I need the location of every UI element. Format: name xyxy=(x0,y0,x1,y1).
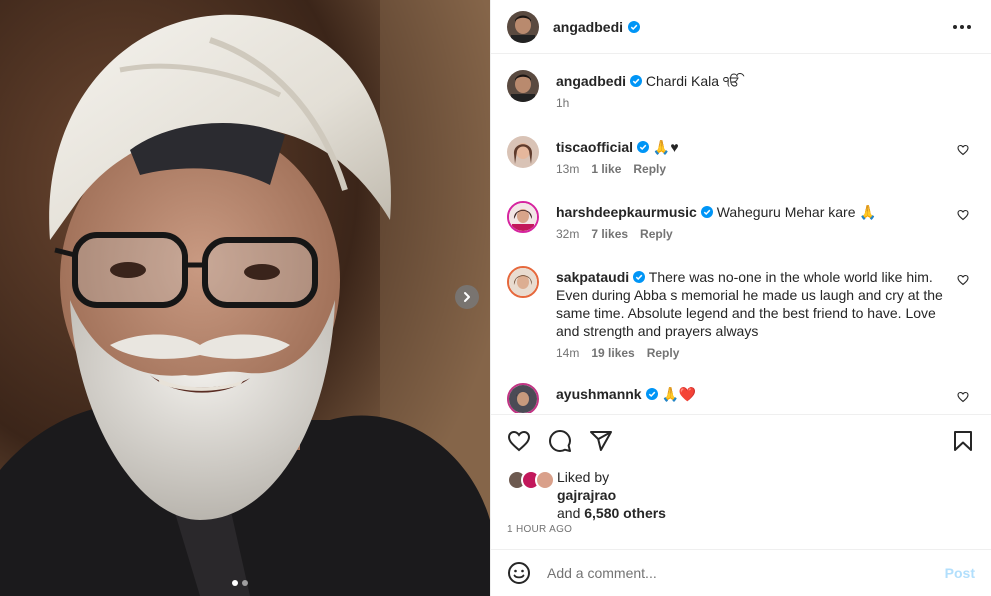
comment-time: 14m xyxy=(556,346,580,360)
bookmark-icon[interactable] xyxy=(951,429,975,453)
comment-item: harshdeepkaurmusic Waheguru Mehar kare 🙏… xyxy=(507,201,975,241)
more-options-button[interactable] xyxy=(949,21,975,33)
more-icon xyxy=(953,24,957,29)
comment-meta: 13m 1 like Reply xyxy=(556,162,945,176)
author-username[interactable]: angadbedi xyxy=(553,19,623,35)
comment-time: 32m xyxy=(556,227,580,241)
verified-badge-icon xyxy=(633,271,646,283)
carousel-dot xyxy=(242,580,248,586)
post-header: angadbedi xyxy=(491,0,991,54)
comments-list[interactable]: angadbedi Chardi Kala ੴ 1h tiscaofficial xyxy=(491,55,991,413)
carousel-indicator xyxy=(232,580,248,586)
caption-text: Chardi Kala ੴ xyxy=(645,73,740,89)
verified-badge-icon xyxy=(645,388,658,400)
comment-like-count[interactable]: 1 like xyxy=(591,162,621,176)
next-slide-button[interactable] xyxy=(455,285,479,309)
post-timestamp: 1 HOUR AGO xyxy=(507,524,573,535)
post-comment-button[interactable]: Post xyxy=(945,565,975,581)
caption-author-avatar[interactable] xyxy=(507,70,539,102)
likes-others-count[interactable]: 6,580 others xyxy=(584,505,666,521)
comment-username[interactable]: tiscaofficial xyxy=(556,139,633,155)
comment-time: 13m xyxy=(556,162,580,176)
post-actions-bar xyxy=(491,414,991,466)
instagram-post-view: angadbedi angadbedi Chardi Kala ੴ 1h tis… xyxy=(0,0,991,596)
comment-meta: 32m 7 likes Reply xyxy=(556,227,945,241)
heart-icon[interactable] xyxy=(957,391,969,403)
commenter-avatar[interactable] xyxy=(507,136,539,168)
post-media[interactable] xyxy=(0,0,490,596)
comment-item: tiscaofficial 🙏♥ 13m 1 like Reply xyxy=(507,136,975,176)
comment-text: 🙏❤️ xyxy=(661,386,697,402)
heart-icon[interactable] xyxy=(957,209,969,221)
comment-username[interactable]: ayushmannk xyxy=(556,386,642,402)
comment-input[interactable]: Add a comment... xyxy=(547,565,657,581)
comment-reply-button[interactable]: Reply xyxy=(640,227,673,241)
verified-badge-icon xyxy=(637,141,650,153)
comment-username[interactable]: harshdeepkaurmusic xyxy=(556,204,697,220)
comment-text: 🙏♥ xyxy=(652,139,679,155)
post-photo xyxy=(0,0,490,596)
verified-badge-icon xyxy=(628,20,641,33)
liker-avatar xyxy=(535,470,555,490)
comment-icon[interactable] xyxy=(548,429,572,453)
likes-and-label: and xyxy=(557,505,581,521)
liked-by-label: Liked by xyxy=(557,469,610,485)
likes-summary: Liked by gajrajrao and 6,580 others xyxy=(507,466,666,522)
heart-icon[interactable] xyxy=(957,274,969,286)
add-comment-bar: Add a comment... Post xyxy=(491,549,991,596)
heart-icon[interactable] xyxy=(957,144,969,156)
emoji-icon[interactable] xyxy=(507,561,531,585)
caption-username[interactable]: angadbedi xyxy=(556,73,626,89)
comment-text: Waheguru Mehar kare 🙏 xyxy=(716,204,877,220)
heart-icon[interactable] xyxy=(507,429,531,453)
comment-username[interactable]: sakpataudi xyxy=(556,269,629,285)
comment-like-count[interactable]: 19 likes xyxy=(591,346,634,360)
share-icon[interactable] xyxy=(589,429,613,453)
post-caption: angadbedi Chardi Kala ੴ 1h xyxy=(507,70,975,110)
author-avatar[interactable] xyxy=(507,10,539,43)
carousel-dot-active xyxy=(232,580,238,586)
commenter-avatar[interactable] xyxy=(507,201,539,233)
post-side-panel: angadbedi angadbedi Chardi Kala ੴ 1h tis… xyxy=(490,0,991,596)
comment-item: ayushmannk 🙏❤️ xyxy=(507,383,975,413)
commenter-avatar[interactable] xyxy=(507,266,539,298)
comment-item: sakpataudi There was no-one in the whole… xyxy=(507,266,975,360)
chevron-right-icon xyxy=(464,292,470,302)
comment-reply-button[interactable]: Reply xyxy=(633,162,666,176)
commenter-avatar[interactable] xyxy=(507,383,539,413)
caption-time: 1h xyxy=(556,96,570,110)
caption-meta: 1h xyxy=(556,96,945,110)
comment-reply-button[interactable]: Reply xyxy=(647,346,680,360)
verified-badge-icon xyxy=(630,75,643,87)
verified-badge-icon xyxy=(700,206,713,218)
liker-avatars[interactable] xyxy=(507,470,557,492)
likes-text: Liked by gajrajrao and 6,580 others xyxy=(557,468,666,522)
comment-like-count[interactable]: 7 likes xyxy=(591,227,628,241)
liked-by-user[interactable]: gajrajrao xyxy=(557,487,616,503)
comment-meta: 14m 19 likes Reply xyxy=(556,346,945,360)
